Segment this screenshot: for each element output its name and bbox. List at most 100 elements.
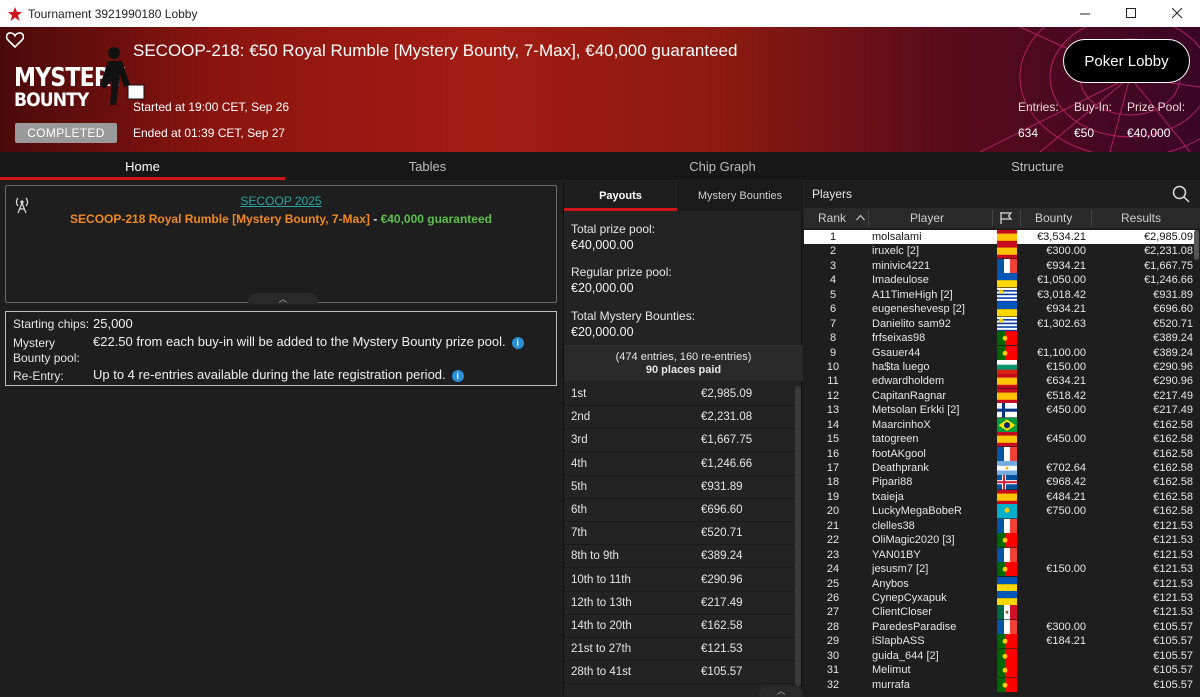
search-icon[interactable]: [1172, 185, 1190, 203]
player-row[interactable]: 23 YAN01BY €121.53: [804, 547, 1195, 563]
player-row[interactable]: 28 ParedesParadise €300.00 €105.57: [804, 619, 1195, 635]
maximize-button[interactable]: [1108, 0, 1154, 27]
players-scrollbar[interactable]: [1194, 230, 1199, 260]
maximize-icon: [1125, 8, 1136, 18]
payout-place: 10th to 11th: [571, 573, 631, 586]
player-row[interactable]: 29 iSlapbASS €184.21 €105.57: [804, 634, 1195, 649]
player-bounty: €3,534.21: [1037, 231, 1086, 243]
country-flag-icon: [997, 359, 1017, 375]
tab-chip-graph[interactable]: Chip Graph: [570, 152, 875, 180]
player-row[interactable]: 3 minivic4221 €934.21 €1,667.75: [804, 258, 1195, 274]
player-rank: 8: [829, 332, 837, 345]
player-result: €1,667.75: [1144, 259, 1193, 272]
country-flag-icon: [997, 590, 1017, 606]
tab-structure[interactable]: Structure: [875, 152, 1200, 180]
player-row[interactable]: 5 A11TimeHigh [2] €3,018.42 €931.89: [804, 287, 1195, 303]
player-rank: 11: [827, 375, 839, 388]
tab-mystery-bounties[interactable]: Mystery Bounties: [677, 181, 803, 211]
col-rank[interactable]: Rank: [818, 211, 846, 225]
player-row[interactable]: 10 ha$ta luego €150.00 €290.96: [804, 359, 1195, 375]
player-row[interactable]: 27 ClientCloser €121.53: [804, 605, 1195, 620]
reentry-label: Re-Entry:: [13, 369, 64, 383]
player-row[interactable]: 6 eugeneshevesp [2] €934.21 €696.60: [804, 302, 1195, 317]
buyin-value: €50: [1074, 126, 1095, 140]
player-bounty: €484.21: [1046, 490, 1086, 503]
country-flag-icon: [997, 302, 1017, 317]
player-result: €931.89: [1153, 288, 1193, 301]
country-flag-icon: [997, 489, 1017, 505]
player-name: eugeneshevesp [2]: [872, 303, 965, 316]
player-name: tatogreen: [872, 433, 919, 446]
player-row[interactable]: 22 OliMagic2020 [3] €121.53: [804, 533, 1195, 548]
player-row[interactable]: 11 edwardholdem €634.21 €290.96: [804, 374, 1195, 389]
player-name: frfseixas98: [872, 332, 926, 345]
player-row[interactable]: 7 Danielito sam92 €1,302.63 €520.71: [804, 316, 1195, 332]
player-bounty: €968.42: [1046, 476, 1086, 489]
tab-home[interactable]: Home: [0, 152, 285, 180]
player-row[interactable]: 30 guida_644 [2] €105.57: [804, 648, 1195, 664]
poker-lobby-button[interactable]: Poker Lobby: [1063, 39, 1190, 83]
player-row[interactable]: 20 LuckyMegaBobeR €750.00 €162.58: [804, 504, 1195, 519]
player-name: Anybos: [872, 577, 909, 590]
player-row[interactable]: 18 Pipari88 €968.42 €162.58: [804, 475, 1195, 490]
info-icon[interactable]: i: [511, 336, 524, 349]
tab-payouts[interactable]: Payouts: [564, 181, 677, 211]
player-row[interactable]: 25 Anybos €121.53: [804, 576, 1195, 591]
payout-amount: €105.57: [701, 666, 743, 679]
player-row[interactable]: 8 frfseixas98 €389.24: [804, 331, 1195, 346]
players-column-header: Rank Player Bounty Results: [804, 208, 1200, 228]
player-result: €162.58: [1153, 476, 1193, 489]
payout-row: 10th to 11th €290.96: [564, 569, 795, 592]
player-row[interactable]: 32 murrafa €105.57: [804, 677, 1195, 692]
player-result: €389.24: [1153, 332, 1193, 345]
player-row[interactable]: 19 txaieja €484.21 €162.58: [804, 489, 1195, 505]
series-link[interactable]: SECOOP 2025: [6, 194, 556, 208]
player-row[interactable]: 17 Deathprank €702.64 €162.58: [804, 461, 1195, 476]
player-row[interactable]: 26 CynepCyxapuk €121.53: [804, 590, 1195, 606]
player-name: YAN01BY: [872, 548, 921, 561]
minimize-icon: [1079, 13, 1090, 15]
flag-column-icon[interactable]: [999, 211, 1013, 225]
players-panel: Players Rank Player Bounty Results 1 mols…: [804, 181, 1200, 697]
player-row[interactable]: 4 Imadeulose €1,050.00 €1,246.66: [804, 273, 1195, 288]
close-button[interactable]: [1154, 0, 1200, 27]
player-name: LuckyMegaBobeR: [872, 505, 962, 518]
chevron-up-icon: ︿: [776, 686, 786, 696]
tab-tables[interactable]: Tables: [285, 152, 570, 180]
player-rank: 28: [826, 620, 840, 633]
player-bounty: €934.21: [1046, 303, 1086, 316]
player-name: ParedesParadise: [872, 620, 957, 633]
minimize-button[interactable]: [1062, 0, 1108, 27]
player-row[interactable]: 1 molsalami €3,534.21 €2,985.09: [804, 230, 1195, 245]
player-row[interactable]: 2 iruxelc [2] €300.00 €2,231.08: [804, 244, 1195, 259]
player-name: OliMagic2020 [3]: [872, 534, 955, 547]
player-row[interactable]: 13 Metsolan Erkki [2] €450.00 €217.49: [804, 403, 1195, 418]
country-flag-icon: [997, 562, 1017, 577]
player-row[interactable]: 9 Gsauer44 €1,100.00 €389.24: [804, 345, 1195, 360]
payouts-panel: Payouts Mystery Bounties Total prize poo…: [563, 181, 803, 697]
player-row[interactable]: 21 clelles38 €121.53: [804, 518, 1195, 534]
collapse-toggle[interactable]: ︿: [248, 293, 318, 304]
player-name: ClientCloser: [872, 606, 932, 619]
player-result: €105.57: [1153, 620, 1193, 633]
player-row[interactable]: 12 CapitanRagnar €518.42 €217.49: [804, 388, 1195, 404]
favorite-heart-icon[interactable]: [6, 32, 24, 48]
player-row[interactable]: 16 footAKgool €162.58: [804, 446, 1195, 461]
player-bounty: €450.00: [1046, 433, 1086, 446]
payout-row: 12th to 13th €217.49: [564, 592, 795, 615]
payout-place: 4th: [571, 457, 587, 470]
col-results[interactable]: Results: [1121, 211, 1161, 225]
player-row[interactable]: 14 MaarcinhoX €162.58: [804, 417, 1195, 433]
col-player[interactable]: Player: [910, 211, 944, 225]
country-flag-icon: [997, 273, 1017, 288]
player-row[interactable]: 31 Melimut €105.57: [804, 663, 1195, 678]
country-flag-icon: [997, 677, 1017, 692]
player-row[interactable]: 24 jesusm7 [2] €150.00 €121.53: [804, 562, 1195, 577]
col-bounty[interactable]: Bounty: [1035, 211, 1072, 225]
payout-place: 14th to 20th: [571, 620, 632, 632]
info-icon[interactable]: i: [451, 369, 464, 382]
player-row[interactable]: 15 tatogreen €450.00 €162.58: [804, 432, 1195, 447]
regular-prize-value: €20,000.00: [571, 281, 634, 295]
payout-scrollbar[interactable]: [795, 386, 801, 686]
payout-collapse-toggle[interactable]: ︿: [759, 686, 803, 697]
